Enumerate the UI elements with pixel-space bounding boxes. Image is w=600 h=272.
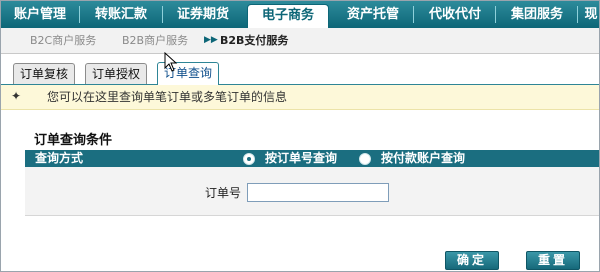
radio-by-payer-account-label[interactable]: 按付款账户查询 <box>381 150 465 167</box>
sub-nav: B2C商户服务 B2B商户服务 ▶▶ B2B支付服务 <box>1 28 599 54</box>
info-banner: ✦ 您可以在这里查询单笔订单或多笔订单的信息 <box>1 85 599 110</box>
nav-ecommerce[interactable]: 电子商务 <box>247 4 329 29</box>
nav-asset-custody[interactable]: 资产托管 <box>337 1 409 28</box>
order-no-input[interactable] <box>247 183 389 202</box>
nav-divider <box>79 6 80 23</box>
order-no-label: 订单号 <box>205 186 242 200</box>
order-no-row: 订单号 <box>25 167 599 216</box>
pin-icon: ✦ <box>11 89 22 103</box>
confirm-button[interactable]: 确定 <box>445 251 499 270</box>
query-method-bar: 查询方式 按订单号查询 按付款账户查询 <box>25 150 599 167</box>
top-nav: 账户管理 转账汇款 证券期货 电子商务 资产托管 代收代付 集团服务 现 <box>1 1 599 29</box>
radio-by-payer-account[interactable] <box>359 153 371 165</box>
tab-order-authorize[interactable]: 订单授权 <box>85 63 148 84</box>
radio-by-order-no[interactable] <box>243 153 255 165</box>
nav-divider <box>162 6 163 23</box>
nav-transfer[interactable]: 转账汇款 <box>85 1 157 28</box>
nav-collection-payment[interactable]: 代收代付 <box>419 1 491 28</box>
subnav-b2b-payment[interactable]: B2B支付服务 <box>220 28 288 53</box>
subnav-b2c-merchant[interactable]: B2C商户服务 <box>30 28 96 53</box>
double-arrow-icon: ▶▶ <box>204 35 218 45</box>
nav-account-management[interactable]: 账户管理 <box>5 1 75 28</box>
section-title: 订单查询条件 <box>34 133 113 148</box>
info-message: 您可以在这里查询单笔订单或多笔订单的信息 <box>47 90 288 104</box>
subnav-b2b-merchant[interactable]: B2B商户服务 <box>122 28 188 53</box>
nav-securities-futures[interactable]: 证券期货 <box>167 1 239 28</box>
tab-bar: 订单复核 订单授权 订单查询 <box>1 54 599 85</box>
radio-selected-dot <box>247 157 251 161</box>
nav-divider <box>495 6 496 23</box>
nav-cash[interactable]: 现 <box>581 1 599 28</box>
mouse-cursor-icon <box>164 52 178 72</box>
nav-divider <box>577 6 578 23</box>
reset-button[interactable]: 重置 <box>526 251 580 270</box>
query-method-label: 查询方式 <box>35 151 84 165</box>
radio-by-order-no-label[interactable]: 按订单号查询 <box>265 150 337 167</box>
tab-order-review[interactable]: 订单复核 <box>13 63 76 84</box>
main-window: 账户管理 转账汇款 证券期货 电子商务 资产托管 代收代付 集团服务 现 B2C… <box>0 0 600 272</box>
nav-divider <box>413 6 414 23</box>
nav-group-services[interactable]: 集团服务 <box>501 1 573 28</box>
